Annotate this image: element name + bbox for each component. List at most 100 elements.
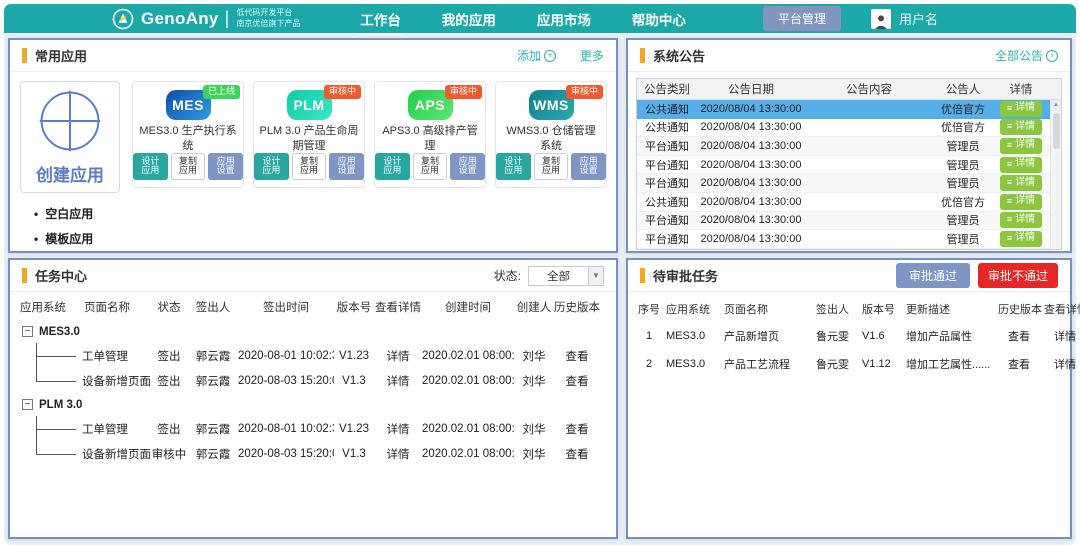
announcement-category: 公共通知 (637, 194, 697, 210)
detail-button[interactable]: ≡详情 (1000, 101, 1042, 117)
approval-history-link[interactable]: 查看 (996, 328, 1042, 344)
announcement-date: 2020/08/04 13:30:00 (697, 196, 805, 208)
app-card-buttons: 设计应用复制应用应用设置 (133, 153, 243, 180)
detail-button[interactable]: ≡详情 (1000, 194, 1042, 210)
panel-task-center: 任务中心 状态: 全部 ▼ 应用系统页面名称状态签出人签出时间版本号查看详情创建… (8, 258, 618, 539)
scrollbar-thumb[interactable] (1053, 113, 1060, 149)
user-menu[interactable]: 用户名 (871, 9, 938, 29)
announcement-date: 2020/08/04 13:30:00 (697, 140, 805, 152)
approval-row[interactable]: 1MES3.0产品新增页鲁元雯V1.6增加产品属性查看详情 (634, 322, 1064, 350)
nav-item-工作台[interactable]: 工作台 (358, 5, 403, 33)
status-filter-select[interactable]: 全部 ▼ (528, 266, 604, 286)
detail-button[interactable]: ≡详情 (1000, 157, 1042, 173)
panel-announcements: 系统公告 全部公告 › 公告类别公告日期公告内容公告人详情 公共通知2020/0… (626, 38, 1072, 253)
approval-history-link[interactable]: 查看 (996, 356, 1042, 372)
nav-item-应用市场[interactable]: 应用市场 (535, 5, 593, 33)
nav-item-帮助中心[interactable]: 帮助中心 (630, 5, 688, 33)
collapse-icon[interactable]: − (22, 399, 33, 410)
announcement-detail-cell: ≡详情 (993, 157, 1049, 173)
scrollbar-up-arrow-icon[interactable]: ▲ (1051, 100, 1061, 111)
approval-row[interactable]: 2MES3.0产品工艺流程鲁元雯V1.12增加工艺属性......查看详情 (634, 350, 1064, 378)
task-page-name: 工单管理 (82, 348, 128, 364)
app-settings-button[interactable]: 应用设置 (208, 153, 243, 180)
app-copy-button[interactable]: 复制应用 (171, 153, 206, 180)
detail-button[interactable]: ≡详情 (1000, 138, 1042, 154)
detail-button[interactable]: ≡详情 (1000, 231, 1042, 247)
approval-no: 1 (634, 330, 664, 342)
column-header: 历史版本 (554, 299, 600, 315)
task-detail-link[interactable]: 详情 (374, 421, 422, 437)
list-icon: ≡ (1007, 141, 1012, 150)
announcement-row[interactable]: 公共通知2020/08/04 13:30:00 优倍官方 ≡详情 (637, 193, 1061, 212)
task-row[interactable]: 设备新增页面审核中郭云霞2020-08-03 15:20:00V1.3详情202… (20, 441, 606, 466)
status-badge: 审核中 (566, 85, 603, 99)
app-name: MES3.0 生产执行系统 (133, 124, 243, 153)
app-type-item[interactable]: 模板应用 (34, 230, 122, 247)
app-design-button[interactable]: 设计应用 (133, 153, 168, 180)
announcement-row[interactable]: 平台通知2020/08/04 13:30:00管理员≡详情 (637, 156, 1061, 175)
announcement-row[interactable]: 平台通知2020/08/04 13:30:00管理员≡详情 (637, 137, 1061, 156)
announcement-publisher: 优倍官方 (933, 194, 993, 210)
detail-button[interactable]: ≡详情 (1000, 119, 1042, 135)
announcement-row[interactable]: 平台通知2020/08/04 13:30:00管理员≡详情 (637, 212, 1061, 231)
add-app-link[interactable]: 添加 + (517, 47, 556, 64)
task-page-name: 工单管理 (82, 421, 128, 437)
announcement-publisher: 管理员 (933, 231, 993, 247)
title-accent-bar (640, 48, 645, 63)
app-design-button[interactable]: 设计应用 (375, 153, 410, 180)
app-card-buttons: 设计应用复制应用应用设置 (375, 153, 485, 180)
announcement-row[interactable]: 公共通知2020/08/04 13:30:00优倍官方≡详情 (637, 119, 1061, 138)
collapse-icon[interactable]: − (22, 326, 33, 337)
task-history-link[interactable]: 查看 (554, 373, 600, 389)
announcement-date: 2020/08/04 13:30:00 (697, 177, 805, 189)
nav-item-我的应用[interactable]: 我的应用 (440, 5, 498, 33)
platform-admin-button[interactable]: 平台管理 (763, 6, 841, 31)
task-row[interactable]: 工单管理签出郭云霞2020-08-01 10:02:30V1.23详情2020.… (20, 416, 606, 441)
detail-button-label: 详情 (1015, 103, 1035, 113)
task-center-title: 任务中心 (35, 266, 87, 285)
app-design-button[interactable]: 设计应用 (254, 153, 289, 180)
more-apps-link[interactable]: 更多 (580, 47, 604, 64)
column-header: 应用系统 (20, 299, 64, 315)
app-settings-button[interactable]: 应用设置 (450, 153, 485, 180)
reject-button[interactable]: 审批不通过 (978, 263, 1058, 288)
app-card-MES: 已上线MESMES3.0 生产执行系统设计应用复制应用应用设置 (132, 81, 244, 188)
top-bar: GenoAny | 低代码开发平台 南京优倍旗下产品 工作台我的应用应用市场帮助… (4, 4, 1076, 33)
approvals-title: 待审批任务 (653, 266, 718, 285)
approval-detail-link[interactable]: 详情 (1042, 356, 1080, 372)
task-history-link[interactable]: 查看 (554, 348, 600, 364)
app-copy-button[interactable]: 复制应用 (534, 153, 569, 180)
app-copy-button[interactable]: 复制应用 (292, 153, 327, 180)
task-history-link[interactable]: 查看 (554, 421, 600, 437)
app-settings-button[interactable]: 应用设置 (571, 153, 606, 180)
approval-detail-link[interactable]: 详情 (1042, 328, 1080, 344)
announcement-row[interactable]: 公共通知2020/08/04 13:30:00优倍官方≡详情 (637, 100, 1061, 119)
task-detail-link[interactable]: 详情 (374, 348, 422, 364)
common-apps-title: 常用应用 (35, 46, 87, 65)
task-detail-link[interactable]: 详情 (374, 446, 422, 462)
all-announcements-link[interactable]: 全部公告 › (995, 47, 1058, 64)
announcement-date: 2020/08/04 13:30:00 (697, 214, 805, 226)
task-status: 签出 (150, 373, 188, 389)
app-type-item[interactable]: 空白应用 (34, 205, 122, 222)
create-app-card[interactable]: 创建应用 (20, 81, 120, 193)
app-settings-button[interactable]: 应用设置 (329, 153, 364, 180)
announcement-row[interactable]: 平台通知2020/08/04 13:30:00管理员≡详情 (637, 230, 1061, 249)
app-card-APS: 审核中APSAPS3.0 高级排产管理设计应用复制应用应用设置 (374, 81, 486, 188)
column-header: 版本号 (334, 299, 374, 315)
approve-button[interactable]: 审批通过 (896, 263, 970, 288)
task-status: 审核中 (150, 446, 188, 462)
task-row[interactable]: 工单管理签出郭云霞2020-08-01 10:02:30V1.23详情2020.… (20, 343, 606, 368)
task-detail-link[interactable]: 详情 (374, 373, 422, 389)
task-history-link[interactable]: 查看 (554, 446, 600, 462)
announcement-row[interactable]: 平台通知2020/08/04 13:30:00管理员≡详情 (637, 174, 1061, 193)
task-version: V1.23 (334, 350, 374, 362)
panel-pending-approvals: 待审批任务 审批通过 审批不通过 序号应用系统页面名称签出人版本号更新描述历史版… (626, 258, 1072, 539)
detail-button[interactable]: ≡详情 (1000, 175, 1042, 191)
announcements-scrollbar[interactable]: ▲ (1050, 100, 1061, 249)
column-header: 公告内容 (805, 81, 933, 97)
task-row[interactable]: 设备新增页面签出郭云霞2020-08-03 15:20:00V1.3详情2020… (20, 368, 606, 393)
app-copy-button[interactable]: 复制应用 (413, 153, 448, 180)
app-design-button[interactable]: 设计应用 (496, 153, 531, 180)
detail-button[interactable]: ≡详情 (1000, 212, 1042, 228)
